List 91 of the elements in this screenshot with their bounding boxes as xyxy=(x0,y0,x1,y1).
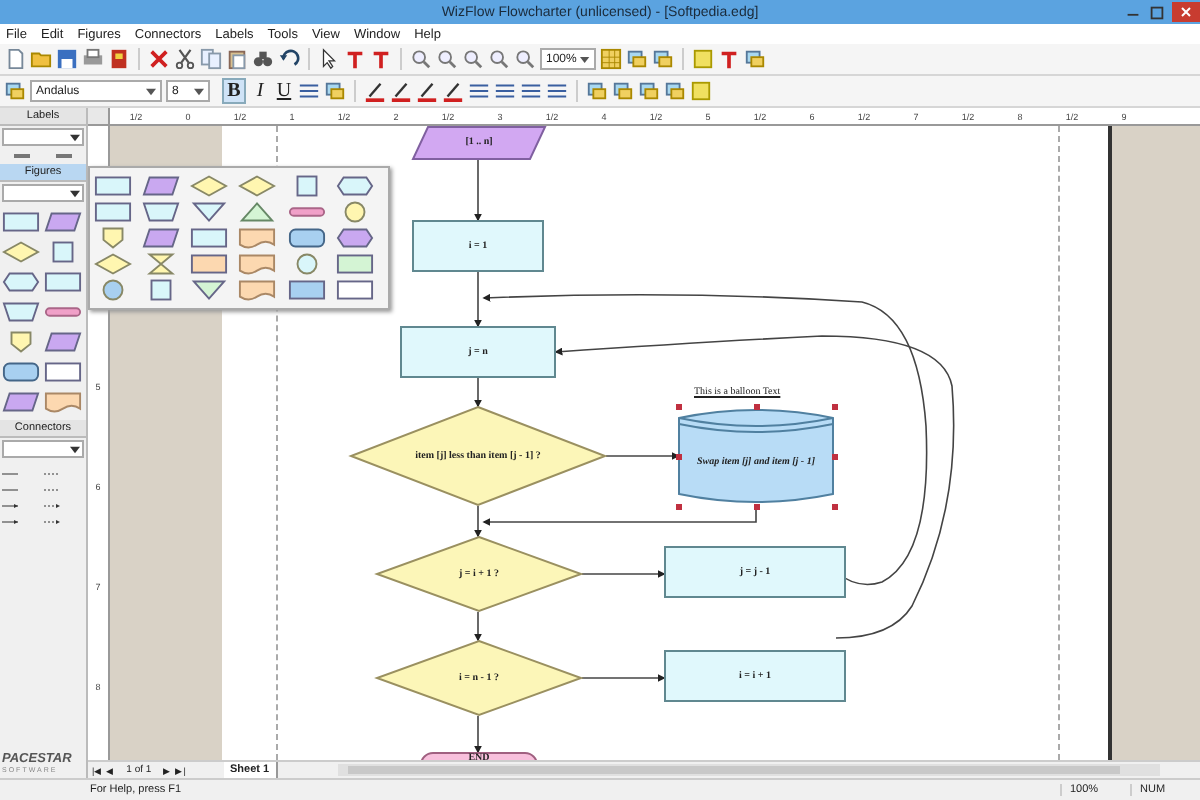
horizontal-scrollbar[interactable] xyxy=(337,764,1160,776)
shape-icon[interactable] xyxy=(238,200,277,224)
shape-icon[interactable] xyxy=(43,210,81,234)
shape-icon[interactable] xyxy=(94,200,132,224)
text-icon[interactable] xyxy=(370,48,392,70)
shape-icon[interactable] xyxy=(142,226,181,250)
shape-icon[interactable] xyxy=(94,174,132,198)
lines-icon[interactable] xyxy=(494,80,516,102)
magnifier-icon[interactable] xyxy=(462,48,484,70)
shape-icon[interactable] xyxy=(612,80,634,102)
shape-icon[interactable] xyxy=(2,300,40,324)
printer-icon[interactable] xyxy=(82,48,104,70)
note-icon[interactable] xyxy=(690,80,712,102)
shape-icon[interactable] xyxy=(238,252,277,276)
binoculars-icon[interactable] xyxy=(252,48,274,70)
pen-icon[interactable] xyxy=(442,80,464,102)
text-icon[interactable] xyxy=(344,48,366,70)
shape-icon[interactable] xyxy=(43,390,81,414)
lines-icon[interactable] xyxy=(298,80,320,102)
shape-icon[interactable] xyxy=(335,278,374,302)
caret-icon xyxy=(580,55,590,63)
shape-icon[interactable] xyxy=(190,200,229,224)
shape-icon[interactable] xyxy=(43,270,81,294)
shape-icon[interactable] xyxy=(626,48,648,70)
shape-icon[interactable] xyxy=(335,226,374,250)
bold-button[interactable]: B xyxy=(222,78,246,104)
caret-icon xyxy=(70,189,80,197)
connector-arrow xyxy=(474,715,482,754)
dropdown-field[interactable] xyxy=(2,440,84,458)
shape-icon[interactable] xyxy=(2,270,40,294)
magnifier-icon[interactable] xyxy=(410,48,432,70)
shape-icon[interactable] xyxy=(335,174,374,198)
dropdown-field[interactable] xyxy=(2,184,84,202)
shape-icon[interactable] xyxy=(2,240,40,264)
maximize-icon[interactable] xyxy=(1148,3,1166,21)
pen-icon[interactable] xyxy=(390,80,412,102)
caret-icon xyxy=(146,87,156,95)
shape-icon[interactable] xyxy=(238,226,277,250)
shape-icon[interactable] xyxy=(2,360,40,384)
lines-icon[interactable] xyxy=(468,80,490,102)
shape-icon[interactable] xyxy=(2,390,40,414)
grid-icon[interactable] xyxy=(600,48,622,70)
underline-button[interactable]: U xyxy=(274,80,294,102)
shape-icon[interactable] xyxy=(43,330,81,354)
connector-arrow xyxy=(581,674,666,682)
shape-icon[interactable] xyxy=(190,174,229,198)
caret-icon xyxy=(194,87,204,95)
lines-icon[interactable] xyxy=(520,80,542,102)
italic-button[interactable]: I xyxy=(250,80,270,102)
shape-icon[interactable] xyxy=(4,80,26,102)
note-icon[interactable] xyxy=(692,48,714,70)
shape-icon[interactable] xyxy=(744,48,766,70)
shape-icon[interactable] xyxy=(586,80,608,102)
shape-icon[interactable] xyxy=(2,210,40,234)
magnifier-icon[interactable] xyxy=(514,48,536,70)
text-icon[interactable] xyxy=(718,48,740,70)
shape-icon[interactable] xyxy=(652,48,674,70)
clipboard-icon[interactable] xyxy=(226,48,248,70)
shape-icon[interactable] xyxy=(324,80,346,102)
shape-icon[interactable] xyxy=(238,174,277,198)
shape-icon[interactable] xyxy=(43,360,81,384)
undo-icon[interactable] xyxy=(278,48,300,70)
pointer-icon[interactable] xyxy=(318,48,340,70)
document-icon[interactable] xyxy=(4,48,26,70)
shape-icon[interactable] xyxy=(142,200,181,224)
scissors-icon[interactable] xyxy=(174,48,196,70)
shape-icon[interactable] xyxy=(287,226,326,250)
connector-arrow xyxy=(474,611,482,642)
dropdown-field[interactable] xyxy=(2,128,84,146)
lines-icon[interactable] xyxy=(546,80,568,102)
shape-icon[interactable] xyxy=(238,278,277,302)
shape-icon[interactable] xyxy=(335,252,374,276)
shape-icon[interactable] xyxy=(190,278,229,302)
shape-icon[interactable] xyxy=(190,252,229,276)
shape-icon[interactable] xyxy=(190,226,229,250)
connector-arrow xyxy=(474,159,482,222)
pen-icon[interactable] xyxy=(416,80,438,102)
magnifier-icon[interactable] xyxy=(436,48,458,70)
folder-icon[interactable] xyxy=(30,48,52,70)
caret-icon xyxy=(70,133,80,141)
delete-icon[interactable] xyxy=(148,48,170,70)
shape-icon[interactable] xyxy=(142,174,181,198)
magnifier-icon[interactable] xyxy=(488,48,510,70)
close-icon[interactable] xyxy=(1172,2,1200,22)
shape-icon[interactable] xyxy=(664,80,686,102)
shape-icon[interactable] xyxy=(287,278,326,302)
shape-icon[interactable] xyxy=(638,80,660,102)
book-icon[interactable] xyxy=(108,48,130,70)
pen-icon[interactable] xyxy=(364,80,386,102)
shape-icon[interactable] xyxy=(94,252,132,276)
caret-icon xyxy=(70,445,80,453)
